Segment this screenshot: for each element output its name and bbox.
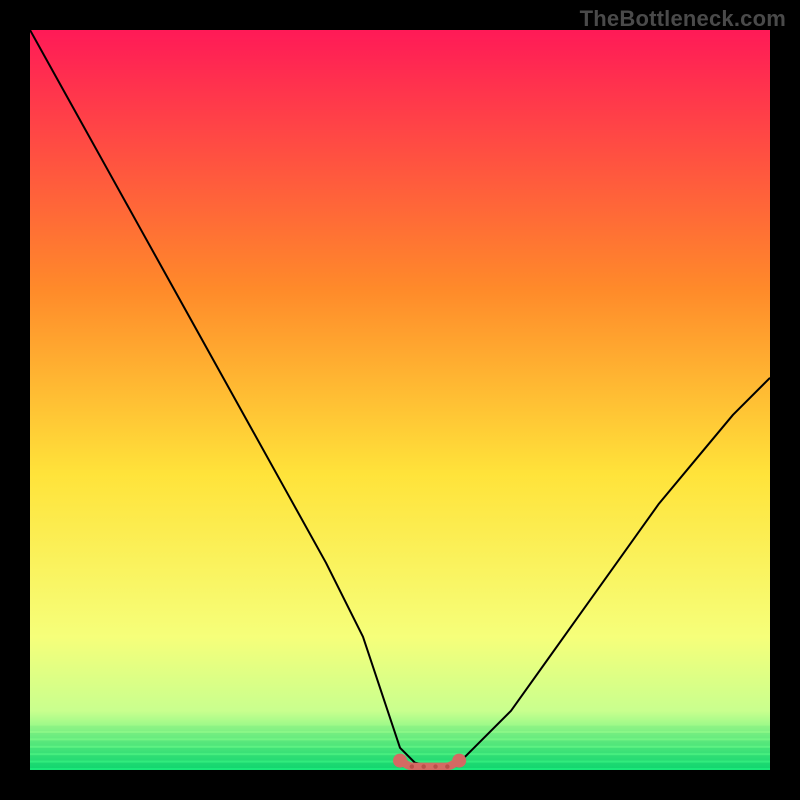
optimal-range-tick bbox=[445, 764, 449, 768]
watermark-text: TheBottleneck.com bbox=[580, 6, 786, 32]
plot-area bbox=[30, 30, 770, 770]
green-band bbox=[30, 726, 770, 731]
optimal-range-endpoint bbox=[393, 754, 407, 768]
chart-frame: TheBottleneck.com bbox=[0, 0, 800, 800]
gradient-background bbox=[30, 30, 770, 770]
optimal-range-tick bbox=[433, 764, 437, 768]
optimal-range-tick bbox=[410, 764, 414, 768]
green-band bbox=[30, 733, 770, 738]
optimal-range-endpoint bbox=[452, 754, 466, 768]
chart-svg bbox=[30, 30, 770, 770]
optimal-range-tick bbox=[421, 764, 425, 768]
